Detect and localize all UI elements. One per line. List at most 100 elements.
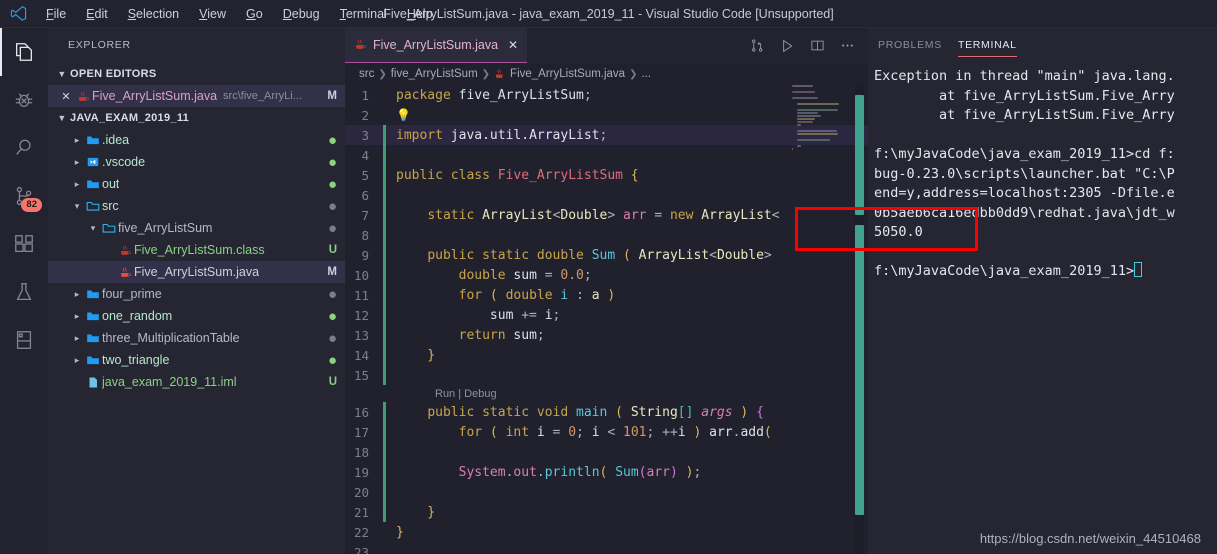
activity-explorer-icon[interactable] xyxy=(0,28,48,76)
chevron-right-icon[interactable]: ▸ xyxy=(70,179,84,190)
activity-search-icon[interactable] xyxy=(0,124,48,172)
tab-five-arrylistsum-java[interactable]: Five_ArryListSum.java ✕ xyxy=(345,28,528,63)
menu-go[interactable]: Go xyxy=(236,0,273,28)
code-text: return sum; xyxy=(458,327,545,343)
tree-item-label: two_triangle xyxy=(102,353,170,367)
split-editor-icon[interactable] xyxy=(804,28,830,63)
tree-item--vscode[interactable]: ▸ .vscode ● xyxy=(48,151,345,173)
tree-item-two-triangle[interactable]: ▸ two_triangle ● xyxy=(48,349,345,371)
code-line[interactable]: 18 xyxy=(345,442,868,462)
code-line[interactable]: 4 xyxy=(345,145,868,165)
code-line[interactable]: 11 for ( double i : a ) xyxy=(345,285,868,305)
editor-scrollbar[interactable] xyxy=(855,85,864,554)
chevron-down-icon[interactable]: ▾ xyxy=(86,223,100,234)
tree-item-out[interactable]: ▸ out ● xyxy=(48,173,345,195)
code-text: public static void main ( String[] args … xyxy=(427,404,764,420)
code-line[interactable]: 19 System.out.println( Sum(arr) ); xyxy=(345,462,868,482)
tree-item-java-exam-2019-11-iml[interactable]: java_exam_2019_11.iml U xyxy=(48,371,345,393)
chevron-right-icon[interactable]: ▸ xyxy=(70,311,84,322)
scrollbar-thumb[interactable] xyxy=(855,95,864,215)
code-line[interactable]: 14 } xyxy=(345,345,868,365)
code-line[interactable]: 22} xyxy=(345,522,868,542)
menu-selection[interactable]: Selection xyxy=(118,0,189,28)
codelens-run[interactable]: Run xyxy=(435,388,455,400)
code-line[interactable]: 6 xyxy=(345,185,868,205)
chevron-right-icon[interactable]: ▸ xyxy=(70,333,84,344)
code-line[interactable]: 15 xyxy=(345,365,868,385)
tab-terminal[interactable]: TERMINAL xyxy=(957,28,1017,63)
tree-item-three-multiplicationtable[interactable]: ▸ three_MultiplicationTable ● xyxy=(48,327,345,349)
code-text: } xyxy=(396,524,404,540)
bottom-panel: PROBLEMS TERMINAL Exception in thread "m… xyxy=(868,28,1217,554)
code-line[interactable]: 20 xyxy=(345,482,868,502)
activity-debug-bug-icon[interactable] xyxy=(0,76,48,124)
scrollbar-thumb[interactable] xyxy=(855,225,864,515)
change-indicator xyxy=(383,365,386,385)
activity-layout-panel-icon[interactable] xyxy=(0,316,48,364)
code-line[interactable]: 2 💡 xyxy=(345,105,868,125)
project-header[interactable]: ▼ JAVA_EXAM_2019_11 xyxy=(48,107,345,129)
code-line[interactable]: 1 package five_ArryListSum; xyxy=(345,85,868,105)
menu-terminal[interactable]: Terminal xyxy=(330,0,397,28)
chevron-down-icon[interactable]: ▾ xyxy=(70,201,84,212)
tree-item-five-arrylistsum-java[interactable]: Five_ArryListSum.java M xyxy=(48,261,345,283)
open-editors-header[interactable]: ▼ OPEN EDITORS xyxy=(48,63,345,85)
activity-source-control-branch-icon[interactable]: 82 xyxy=(0,172,48,220)
tab-problems[interactable]: PROBLEMS xyxy=(878,28,942,63)
chevron-right-icon[interactable]: ▸ xyxy=(70,157,84,168)
decoration-dot: ● xyxy=(327,197,337,215)
more-ellipsis-icon[interactable] xyxy=(834,28,860,63)
code-line[interactable]: 8 xyxy=(345,225,868,245)
split-compare-icon[interactable] xyxy=(744,28,770,63)
code-line[interactable]: 10 double sum = 0.0; xyxy=(345,265,868,285)
chevron-right-icon[interactable]: ▸ xyxy=(70,135,84,146)
java-coffee-icon xyxy=(354,38,367,52)
minimap-line xyxy=(797,124,802,126)
line-number: 18 xyxy=(353,444,369,460)
code-area[interactable]: 1 package five_ArryListSum; 2 💡 3 import java… xyxy=(345,85,868,554)
tree-item-one-random[interactable]: ▸ one_random ● xyxy=(48,305,345,327)
tree-item-label: java_exam_2019_11.iml xyxy=(102,375,237,389)
menu-file[interactable]: File xyxy=(36,0,76,28)
tree-item-five-arrylistsum-class[interactable]: Five_ArryListSum.class U xyxy=(48,239,345,261)
code-line[interactable]: 23 xyxy=(345,542,868,554)
minimap-line xyxy=(797,133,838,135)
chevron-right-icon[interactable]: ▸ xyxy=(70,289,84,300)
code-line[interactable]: 12 sum += i; xyxy=(345,305,868,325)
menu-debug[interactable]: Debug xyxy=(273,0,330,28)
breadcrumb-package[interactable]: five_ArryListSum xyxy=(391,68,478,80)
breadcrumb-symbol[interactable]: ... xyxy=(641,68,651,80)
tree-item-src[interactable]: ▾ src ● xyxy=(48,195,345,217)
tree-item-four-prime[interactable]: ▸ four_prime ● xyxy=(48,283,345,305)
close-icon[interactable]: ✕ xyxy=(504,38,518,52)
code-line[interactable]: 16 public static void main ( String[] ar… xyxy=(345,402,868,422)
code-line[interactable]: 3 import java.util.ArrayList; xyxy=(345,125,868,145)
source-control-badge: 82 xyxy=(21,198,42,212)
run-play-icon[interactable] xyxy=(774,28,800,63)
codelens-debug[interactable]: Debug xyxy=(464,388,496,400)
lightbulb-icon[interactable]: 💡 xyxy=(396,108,411,122)
minimap[interactable] xyxy=(792,85,854,554)
code-line[interactable]: 13 return sum; xyxy=(345,325,868,345)
chevron-right-icon[interactable]: ▸ xyxy=(70,355,84,366)
code-line[interactable]: 21 } xyxy=(345,502,868,522)
menu-edit[interactable]: Edit xyxy=(76,0,118,28)
tree-item-five-arrylistsum[interactable]: ▾ five_ArryListSum ● xyxy=(48,217,345,239)
code-line[interactable]: 9 public static double Sum ( ArrayList<D… xyxy=(345,245,868,265)
breadcrumb-file[interactable]: Five_ArryListSum.java xyxy=(510,68,625,80)
codelens-run-debug[interactable]: Run | Debug xyxy=(345,385,868,402)
open-editor-item[interactable]: ✕ Five_ArryListSum.java src\five_ArryLi.… xyxy=(48,85,345,107)
activity-extensions-blocks-icon[interactable] xyxy=(0,220,48,268)
code-line[interactable]: 7 static ArrayList<Double> arr = new Arr… xyxy=(345,205,868,225)
activity-testing-flask-icon[interactable] xyxy=(0,268,48,316)
close-icon[interactable]: ✕ xyxy=(58,90,74,103)
open-editor-status: M xyxy=(327,90,337,102)
breadcrumb-src[interactable]: src xyxy=(359,68,374,80)
code-line[interactable]: 5 public class Five_ArryListSum { xyxy=(345,165,868,185)
menu-view[interactable]: View xyxy=(189,0,236,28)
tree-item--idea[interactable]: ▸ .idea ● xyxy=(48,129,345,151)
decoration-dot: ● xyxy=(327,329,337,347)
code-line[interactable]: 17 for ( int i = 0; i < 101; ++i ) arr.a… xyxy=(345,422,868,442)
terminal-output[interactable]: Exception in thread "main" java.lang. at… xyxy=(868,63,1217,543)
menu-help[interactable]: Help xyxy=(397,0,443,28)
